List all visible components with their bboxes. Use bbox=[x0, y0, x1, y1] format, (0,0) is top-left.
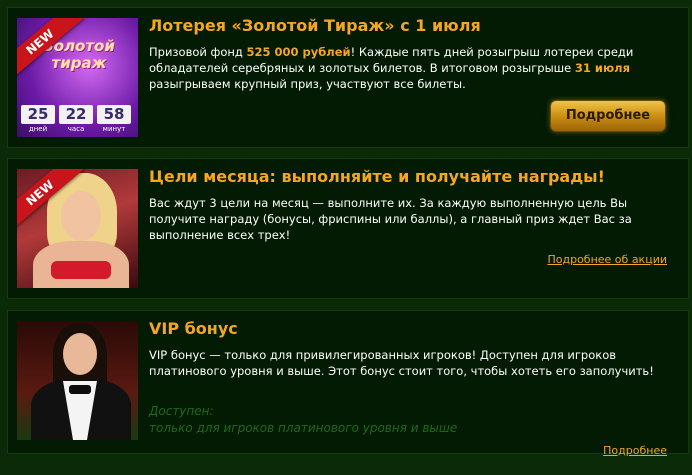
promo-title: Цели месяца: выполняйте и получайте нагр… bbox=[149, 167, 605, 186]
promo-description: Призовой фонд 525 000 рублей! Каждые пят… bbox=[149, 44, 679, 92]
woman-face bbox=[61, 191, 101, 241]
availability-text: только для игроков платинового уровня и … bbox=[149, 421, 458, 435]
dealer-bowtie bbox=[69, 385, 91, 394]
promo-card-vip-bonus: VIP бонус VIP бонус — только для привиле… bbox=[7, 310, 689, 457]
promo-details-link[interactable]: Подробнее bbox=[603, 444, 667, 457]
timer-minutes-value: 58 bbox=[97, 105, 131, 124]
timer-hours-value: 22 bbox=[59, 105, 93, 124]
promo-card-monthly-goals: NEW Цели месяца: выполняйте и получайте … bbox=[7, 158, 689, 299]
timer-hours: 22 часа bbox=[59, 105, 93, 135]
availability-info: Доступен: только для игроков платинового… bbox=[149, 403, 457, 437]
goals-image[interactable]: NEW bbox=[17, 169, 138, 288]
prize-amount: 525 000 рублей bbox=[246, 45, 351, 59]
timer-days-label: дней bbox=[28, 125, 48, 133]
details-button[interactable]: Подробнее bbox=[550, 100, 666, 132]
promo-title: Лотерея «Золотой Тираж» с 1 июля bbox=[149, 16, 481, 35]
timer-days: 25 дней bbox=[21, 105, 55, 135]
desc-text: Призовой фонд bbox=[149, 45, 247, 59]
promo-description: VIP бонус — только для привилегированных… bbox=[149, 348, 654, 378]
timer-minutes-label: минут bbox=[102, 125, 126, 133]
lottery-logo-line2: тираж bbox=[51, 54, 107, 72]
timer-hours-label: часа bbox=[67, 125, 85, 133]
desc-text: разыгрываем крупный приз, участвуют все … bbox=[149, 77, 466, 91]
timer-minutes: 58 минут bbox=[97, 105, 131, 135]
woman-swimsuit bbox=[51, 261, 111, 279]
vip-image[interactable] bbox=[17, 321, 138, 440]
final-draw-date: 31 июля bbox=[574, 61, 630, 75]
promo-title: VIP бонус bbox=[149, 319, 238, 338]
dealer-face bbox=[63, 333, 97, 375]
timer-days-value: 25 bbox=[21, 105, 55, 124]
promo-description: Вас ждут 3 цели на месяц — выполните их.… bbox=[149, 196, 632, 242]
promo-details-link[interactable]: Подробнее об акции bbox=[547, 253, 667, 266]
lottery-image[interactable]: Золотой тираж 25 дней 22 часа 58 минут N… bbox=[17, 18, 138, 137]
countdown-timer: 25 дней 22 часа 58 минут bbox=[21, 105, 131, 135]
promo-card-lottery: Золотой тираж 25 дней 22 часа 58 минут N… bbox=[7, 7, 689, 148]
availability-label: Доступен: bbox=[149, 404, 214, 418]
